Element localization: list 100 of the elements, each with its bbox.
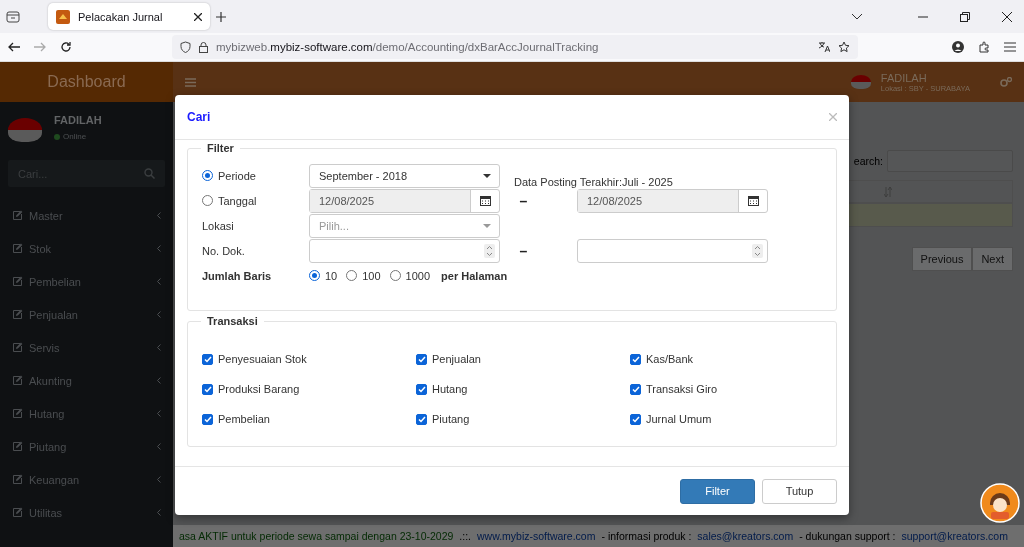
url-text: mybizweb.mybiz-software.com/demo/Accounting/dxBarAccJournalTracking (216, 41, 600, 53)
checkbox-option[interactable]: Produksi Barang (202, 383, 416, 395)
lock-icon (199, 41, 208, 53)
mascot-avatar-icon[interactable] (980, 483, 1020, 523)
account-icon[interactable] (952, 41, 964, 53)
checkbox[interactable] (416, 353, 427, 365)
header-user-name: FADILAH (880, 71, 928, 84)
edit-icon (12, 276, 23, 287)
radio-option[interactable]: 10 (309, 269, 338, 282)
checkbox[interactable] (202, 413, 213, 425)
spinner-arrows-icon[interactable] (484, 243, 495, 258)
transaction-legend: Transaksi (201, 315, 264, 327)
footer-text: - informasi produk : (601, 530, 692, 542)
minimize-icon[interactable] (918, 15, 928, 18)
posting-info: Data Posting Terakhir:Juli - 2025 (513, 176, 674, 188)
checkbox-option[interactable]: Penyesuaian Stok (202, 353, 416, 365)
calendar-icon (479, 195, 491, 206)
pagination-button[interactable]: Next (972, 247, 1013, 271)
checkbox-option[interactable]: Pembelian (202, 413, 416, 425)
checkbox[interactable] (630, 353, 641, 365)
pagination-button[interactable]: Previous (911, 247, 973, 271)
address-bar[interactable]: mybizweb.mybiz-software.com/demo/Accounting/dxBarAccJournalTracking (172, 35, 858, 59)
radio-option[interactable]: Periode (202, 169, 309, 182)
chevron-left-icon (157, 311, 161, 318)
filter-button[interactable]: Filter (680, 478, 755, 504)
number-field[interactable] (577, 238, 768, 263)
footer-text: .::. (459, 530, 471, 542)
tab-list-icon[interactable] (6, 10, 20, 23)
edit-icon (12, 375, 23, 386)
close-icon[interactable] (194, 12, 202, 21)
radio-option[interactable]: 100 (346, 269, 381, 282)
checkbox-option[interactable]: Kas/Bank (630, 353, 822, 365)
reload-icon[interactable] (60, 41, 72, 53)
caret-down-icon (483, 223, 491, 228)
search-label: earch: (853, 155, 883, 167)
flag-avatar (8, 118, 42, 142)
edit-icon (12, 243, 23, 254)
rows-suffix: per Halaman (441, 269, 508, 282)
caret-down-icon (483, 173, 491, 178)
location-label: Lokasi (202, 219, 235, 232)
chevron-left-icon (157, 344, 161, 351)
checkbox-option[interactable]: Hutang (416, 383, 630, 395)
back-arrow-icon[interactable] (8, 42, 20, 52)
restore-icon[interactable] (960, 11, 970, 22)
chevron-down-icon[interactable] (852, 13, 862, 20)
date-field[interactable]: 12/08/2025 (309, 188, 500, 213)
chevron-left-icon (157, 245, 161, 252)
checkbox[interactable] (202, 353, 213, 365)
radio-option[interactable]: 1000 (389, 269, 431, 282)
date-field[interactable]: 12/08/2025 (577, 188, 768, 213)
chevron-left-icon (157, 278, 161, 285)
browser-tab[interactable]: Pelacakan Jurnal (48, 3, 210, 30)
checkbox-option[interactable]: Jurnal Umum (630, 413, 822, 425)
checkbox-option[interactable]: Transaksi Giro (630, 383, 822, 395)
translate-icon[interactable] (818, 41, 830, 53)
edit-icon (12, 441, 23, 452)
edit-icon (12, 507, 23, 518)
number-field[interactable] (309, 238, 500, 263)
dialog-title: Cari (187, 110, 211, 124)
flag-avatar (850, 75, 871, 89)
doc-number-label: No. Dok. (202, 244, 246, 257)
range-separator: – (519, 192, 528, 209)
rows-label: Jumlah Baris (202, 269, 273, 282)
status-dot-icon (54, 133, 60, 140)
checkbox[interactable] (630, 383, 641, 395)
extensions-icon[interactable] (978, 41, 990, 53)
radio-option[interactable]: Tanggal (202, 194, 309, 207)
star-icon[interactable] (838, 41, 850, 53)
close-icon[interactable] (1002, 11, 1012, 22)
edit-icon (12, 342, 23, 353)
close-button[interactable]: Tutup (762, 478, 837, 504)
checkbox[interactable] (202, 383, 213, 395)
edit-icon (12, 309, 23, 320)
tab-title: Pelacakan Jurnal (78, 10, 164, 23)
site-logo-icon (56, 9, 70, 24)
chevron-left-icon (157, 410, 161, 417)
period-select[interactable]: September - 2018 (309, 163, 500, 188)
user-name: FADILAH (54, 114, 102, 126)
edit-icon (12, 210, 23, 221)
checkbox[interactable] (416, 413, 427, 425)
calendar-icon (747, 195, 759, 206)
footer-text: asa AKTIF untuk periode sewa sampai dengan 23-10-2029 (179, 530, 454, 542)
chevron-left-icon (157, 212, 161, 219)
chevron-left-icon (157, 476, 161, 483)
shield-icon (180, 41, 191, 53)
checkbox-option[interactable]: Penjualan (416, 353, 630, 365)
edit-icon (12, 474, 23, 485)
menu-icon[interactable] (1004, 42, 1016, 52)
filter-legend: Filter (201, 142, 240, 154)
plus-icon[interactable] (216, 11, 226, 22)
chevron-left-icon (157, 509, 161, 516)
edit-icon (12, 408, 23, 419)
checkbox[interactable] (630, 413, 641, 425)
footer-text: - dukungan support : (799, 530, 896, 542)
chevron-left-icon (157, 443, 161, 450)
range-separator: – (519, 242, 528, 259)
checkbox-option[interactable]: Piutang (416, 413, 630, 425)
checkbox[interactable] (416, 383, 427, 395)
spinner-arrows-icon[interactable] (752, 243, 763, 258)
chevron-left-icon (157, 377, 161, 384)
